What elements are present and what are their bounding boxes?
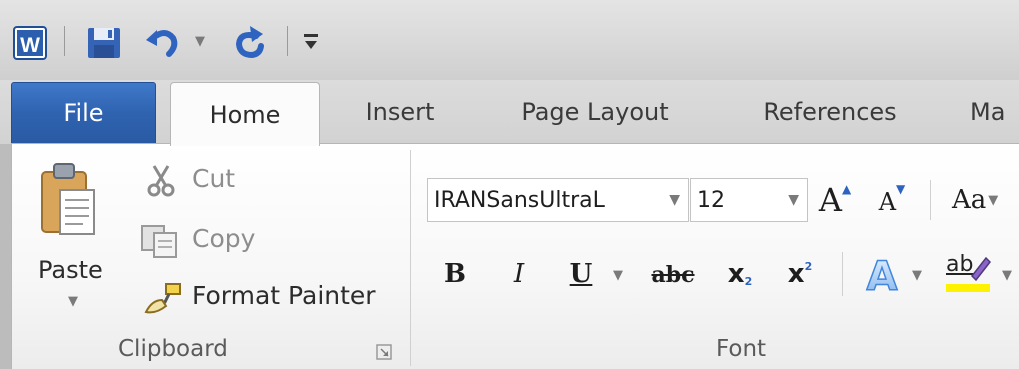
underline-dropdown-icon[interactable]: ▼ xyxy=(613,268,623,283)
text-effects-dropdown-icon[interactable]: ▼ xyxy=(912,268,922,283)
tab-insert[interactable]: Insert xyxy=(350,80,450,144)
italic-button[interactable]: I xyxy=(502,254,536,294)
svg-text:W: W xyxy=(20,34,40,57)
tab-references[interactable]: References xyxy=(740,80,920,144)
font-size-combo[interactable]: 12 ▼ xyxy=(690,178,808,222)
quick-access-toolbar: W ▼ xyxy=(0,0,1019,80)
highlighter-icon xyxy=(946,256,991,292)
qat-separator xyxy=(64,26,65,56)
copy-button[interactable]: Copy xyxy=(192,224,255,253)
clipboard-dialog-launcher-icon[interactable] xyxy=(376,344,392,360)
paste-icon[interactable] xyxy=(38,160,98,240)
save-icon[interactable] xyxy=(86,26,122,60)
text-effects-button[interactable]: A xyxy=(860,250,906,301)
clipboard-group-label: Clipboard xyxy=(118,336,228,362)
shrink-font-button[interactable]: A ▼ xyxy=(872,182,912,222)
format-painter-button[interactable]: Format Painter xyxy=(192,281,376,310)
tab-home[interactable]: Home xyxy=(170,82,320,146)
paste-dropdown-icon[interactable]: ▼ xyxy=(68,294,78,309)
font-name-value: IRANSansUltraL xyxy=(434,187,605,213)
highlight-dropdown-icon[interactable]: ▼ xyxy=(1002,268,1012,283)
ribbon-tab-strip: File Home Insert Page Layout References … xyxy=(0,80,1019,146)
font-toolbar-separator xyxy=(842,252,843,296)
font-name-combo[interactable]: IRANSansUltraL ▼ xyxy=(427,178,689,222)
group-separator xyxy=(410,150,411,366)
text-effects-icon: A xyxy=(866,253,899,301)
font-size-value: 12 xyxy=(697,187,725,213)
superscript-button[interactable]: x2 xyxy=(778,254,822,294)
change-case-dropdown-icon[interactable]: ▼ xyxy=(988,193,998,208)
ribbon-home-panel: Paste ▼ Cut Copy Format Painter Clipboar… xyxy=(11,143,1019,369)
highlight-button[interactable]: ab xyxy=(942,250,992,296)
font-group-label: Font xyxy=(716,336,767,362)
shrink-font-icon: ▼ xyxy=(896,182,906,196)
underline-button[interactable]: U xyxy=(564,254,598,294)
cut-icon[interactable] xyxy=(146,164,176,198)
grow-font-icon: ▲ xyxy=(841,182,852,196)
paste-button[interactable]: Paste xyxy=(38,256,103,284)
qat-separator xyxy=(287,26,288,56)
chevron-down-icon[interactable]: ▼ xyxy=(788,192,799,208)
undo-icon[interactable] xyxy=(143,24,181,60)
copy-icon[interactable] xyxy=(140,224,180,258)
cut-button[interactable]: Cut xyxy=(192,164,235,193)
undo-dropdown-icon[interactable]: ▼ xyxy=(195,34,205,49)
redo-icon[interactable] xyxy=(230,24,268,60)
tab-page-layout[interactable]: Page Layout xyxy=(500,80,690,144)
format-painter-icon[interactable] xyxy=(140,280,184,316)
tab-file[interactable]: File xyxy=(11,82,156,144)
word-app-icon[interactable]: W xyxy=(13,26,47,60)
bold-button[interactable]: B xyxy=(438,254,472,294)
change-case-button[interactable]: Aa ▼ xyxy=(952,178,1019,222)
svg-text:A: A xyxy=(867,254,898,296)
chevron-down-icon[interactable]: ▼ xyxy=(669,192,680,208)
customize-qat-icon[interactable] xyxy=(303,32,319,52)
grow-font-button[interactable]: A ▲ xyxy=(816,178,854,222)
strikethrough-button[interactable]: abc xyxy=(642,256,704,294)
font-toolbar-separator xyxy=(930,180,931,220)
tab-mailings[interactable]: Ma xyxy=(970,80,1019,144)
subscript-button[interactable]: x2 xyxy=(718,254,762,294)
